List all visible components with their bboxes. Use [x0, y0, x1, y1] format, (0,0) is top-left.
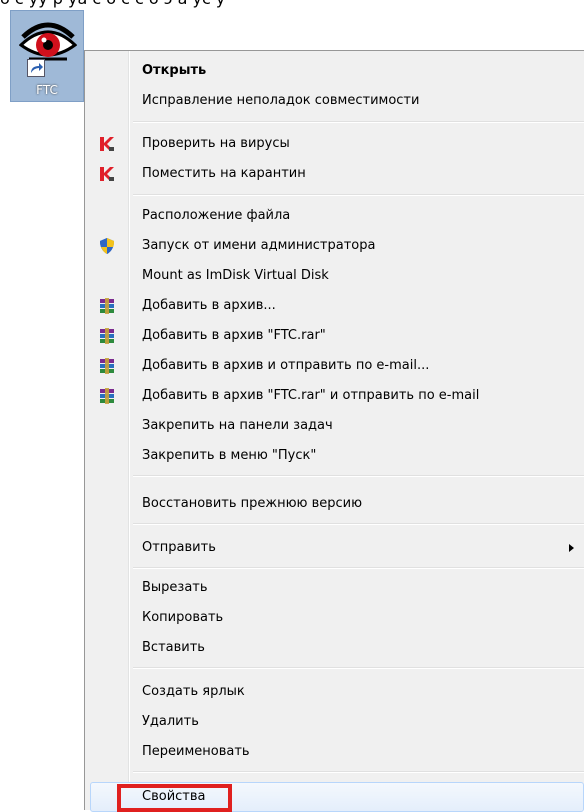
menu-item-add-archive[interactable]: Добавить в архив...	[85, 291, 584, 321]
annotation-highlight-box	[117, 784, 232, 812]
shortcut-arrow-icon	[27, 59, 45, 77]
menu-item-create-shortcut[interactable]: Создать ярлык	[85, 677, 584, 707]
menu-separator	[133, 475, 584, 477]
menu-item-paste[interactable]: Вставить	[85, 633, 584, 663]
menu-item-add-archive-ftc-rar[interactable]: Добавить в архив "FTC.rar"	[85, 321, 584, 351]
context-menu: Открыть Исправление неполадок совместимо…	[84, 50, 584, 812]
menu-item-copy[interactable]: Копировать	[85, 603, 584, 633]
menu-item-compat-troubleshoot[interactable]: Исправление неполадок совместимости	[85, 86, 584, 116]
menu-item-rename[interactable]: Переименовать	[85, 737, 584, 767]
winrar-icon	[100, 358, 114, 374]
cropped-instruction-text: о с уу р уа с о с с о э а ус у	[0, 0, 584, 9]
uac-shield-icon	[100, 238, 114, 254]
kaspersky-icon	[100, 167, 114, 181]
menu-item-mount-imdisk[interactable]: Mount as ImDisk Virtual Disk	[85, 261, 584, 291]
winrar-icon	[100, 298, 114, 314]
menu-separator	[133, 523, 584, 525]
menu-item-add-archive-ftc-rar-email[interactable]: Добавить в архив "FTC.rar" и отправить п…	[85, 381, 584, 411]
kaspersky-icon	[100, 137, 114, 151]
menu-item-scan-virus[interactable]: Проверить на вирусы	[85, 129, 584, 159]
menu-item-send-to[interactable]: Отправить	[85, 533, 584, 563]
submenu-arrow-icon	[569, 544, 574, 552]
menu-item-pin-start[interactable]: Закрепить в меню "Пуск"	[85, 441, 584, 471]
menu-item-add-archive-email[interactable]: Добавить в архив и отправить по e-mail..…	[85, 351, 584, 381]
menu-item-run-as-admin[interactable]: Запуск от имени администратора	[85, 231, 584, 261]
menu-item-delete[interactable]: Удалить	[85, 707, 584, 737]
menu-separator	[133, 567, 584, 569]
menu-separator	[133, 194, 584, 196]
desktop-icon-label: FTC	[36, 83, 58, 97]
winrar-icon	[100, 388, 114, 404]
menu-separator	[133, 667, 584, 669]
winrar-icon	[100, 328, 114, 344]
ftc-desktop-shortcut[interactable]: FTC	[10, 10, 84, 102]
menu-item-cut[interactable]: Вырезать	[85, 573, 584, 603]
menu-item-restore-version[interactable]: Восстановить прежнюю версию	[85, 489, 584, 519]
menu-separator	[133, 121, 584, 123]
menu-separator	[133, 771, 584, 773]
menu-item-file-location[interactable]: Расположение файла	[85, 201, 584, 231]
menu-item-pin-taskbar[interactable]: Закрепить на панели задач	[85, 411, 584, 441]
menu-item-quarantine[interactable]: Поместить на карантин	[85, 159, 584, 189]
menu-item-open[interactable]: Открыть	[85, 56, 584, 86]
